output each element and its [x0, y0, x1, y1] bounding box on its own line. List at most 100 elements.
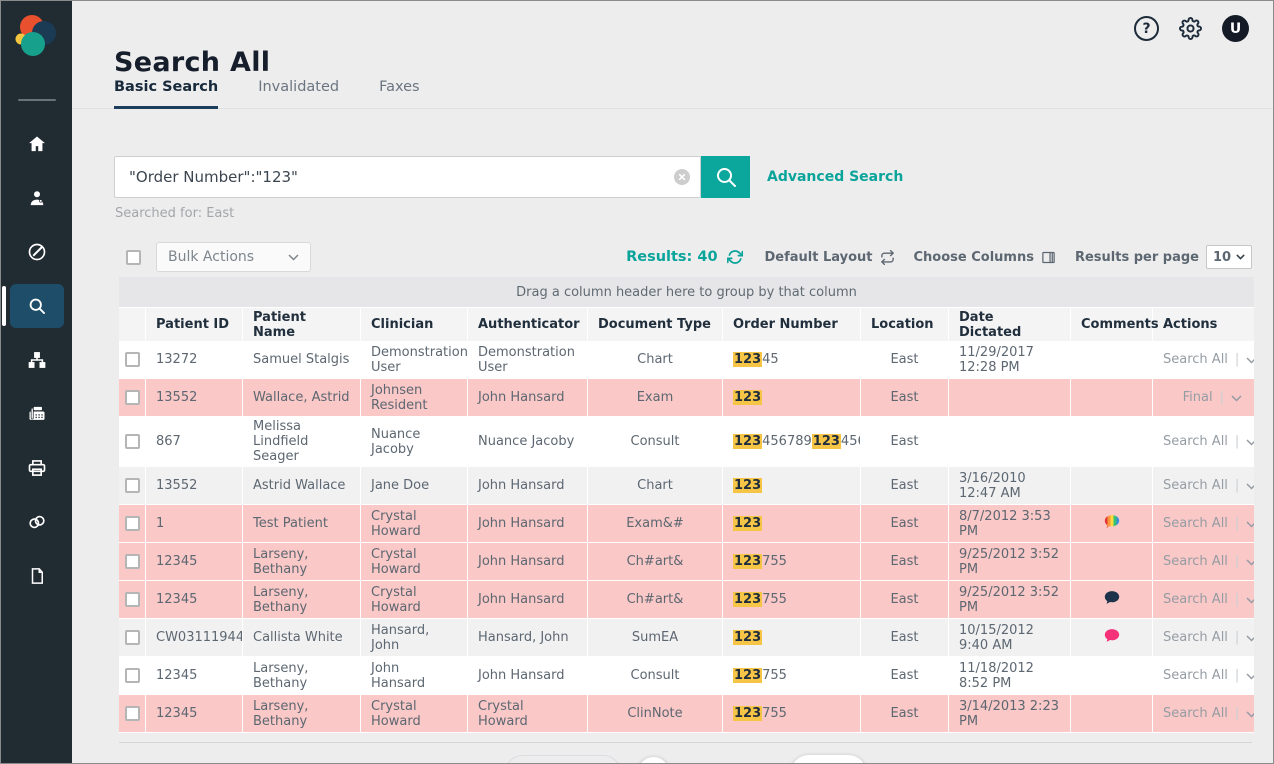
table-row[interactable]: CW03111944Callista WhiteHansard, JohnHan… — [119, 619, 1254, 657]
sidebar-item-print[interactable] — [10, 446, 64, 490]
row-action-link[interactable]: Search All — [1163, 516, 1228, 531]
row-checkbox-cell — [119, 505, 146, 543]
action-divider: | — [1235, 668, 1239, 683]
search-button[interactable] — [701, 156, 750, 198]
row-expand-chevron-icon[interactable] — [1246, 483, 1254, 490]
table-row[interactable]: 13272Samuel StalgisDemonstration UserDem… — [119, 341, 1254, 379]
row-checkbox[interactable] — [125, 352, 140, 367]
page-number-1[interactable]: 1 — [638, 757, 669, 764]
column-header-date-dictated[interactable]: Date Dictated — [949, 308, 1071, 341]
tab-invalidated[interactable]: Invalidated — [258, 79, 339, 109]
row-action-link[interactable]: Search All — [1163, 478, 1228, 493]
search-input[interactable] — [114, 156, 701, 198]
cell-actions: Final| — [1153, 379, 1254, 417]
column-header-location[interactable]: Location — [861, 308, 949, 341]
column-header-actions[interactable]: Actions — [1153, 308, 1254, 341]
choose-columns-button[interactable]: Choose Columns — [914, 250, 1056, 265]
column-header-patient-name[interactable]: Patient Name — [243, 308, 361, 341]
row-action-link[interactable]: Search All — [1163, 554, 1228, 569]
printer-icon — [27, 458, 47, 478]
row-expand-chevron-icon[interactable] — [1246, 635, 1254, 642]
row-checkbox[interactable] — [125, 668, 140, 683]
row-expand-chevron-icon[interactable] — [1246, 711, 1254, 718]
group-by-hint[interactable]: Drag a column header here to group by th… — [119, 277, 1254, 308]
tab-bar: Basic Search Invalidated Faxes — [114, 79, 420, 109]
table-row[interactable]: 867Melissa Lindfield SeagerNuance Jacoby… — [119, 417, 1254, 467]
table-row[interactable]: 13552Wallace, AstridJohnsen ResidentJohn… — [119, 379, 1254, 417]
row-checkbox[interactable] — [125, 592, 140, 607]
cell-clinician: Crystal Howard — [361, 505, 468, 543]
row-checkbox[interactable] — [125, 516, 140, 531]
tab-basic-search[interactable]: Basic Search — [114, 79, 218, 109]
row-checkbox[interactable] — [125, 630, 140, 645]
sidebar-item-gauge[interactable] — [10, 230, 64, 274]
row-expand-chevron-icon[interactable] — [1246, 597, 1254, 604]
row-checkbox[interactable] — [125, 478, 140, 493]
row-checkbox[interactable] — [125, 434, 140, 449]
settings-gear-icon[interactable] — [1179, 17, 1202, 40]
table-row[interactable]: 12345Larseny, BethanyCrystal HowardJohn … — [119, 581, 1254, 619]
column-header-patient-id[interactable]: Patient ID — [146, 308, 243, 341]
sidebar-item-fax[interactable] — [10, 392, 64, 436]
searched-for-text: Searched for: East — [115, 206, 1273, 221]
default-layout-button[interactable]: Default Layout — [764, 250, 894, 265]
app-logo[interactable] — [10, 10, 64, 66]
table-row[interactable]: 12345Larseny, BethanyJohn HansardJohn Ha… — [119, 657, 1254, 695]
sidebar-item-home[interactable] — [10, 122, 64, 166]
sidebar-item-links[interactable] — [10, 500, 64, 544]
row-action-link[interactable]: Search All — [1163, 668, 1228, 683]
column-header-comments[interactable]: Comments — [1071, 308, 1153, 341]
table-row[interactable]: 13552Astrid WallaceJane DoeJohn HansardC… — [119, 467, 1254, 505]
clear-circle-icon[interactable] — [674, 169, 690, 185]
select-all-checkbox[interactable] — [126, 250, 141, 265]
row-action-link[interactable]: Search All — [1163, 592, 1228, 607]
row-expand-chevron-icon[interactable] — [1246, 559, 1254, 566]
row-action-link[interactable]: Search All — [1163, 630, 1228, 645]
action-divider: | — [1235, 706, 1239, 721]
row-expand-chevron-icon[interactable] — [1246, 357, 1254, 364]
row-action-link[interactable]: Final — [1183, 390, 1213, 405]
table-row[interactable]: 12345Larseny, BethanyCrystal HowardCryst… — [119, 695, 1254, 733]
cell-date-dictated: 8/7/2012 3:53 PM — [949, 505, 1071, 543]
previous-button[interactable]: Previous — [505, 755, 621, 764]
cell-authenticator: John Hansard — [468, 543, 588, 581]
comment-navy-icon[interactable] — [1104, 590, 1120, 605]
bulk-actions-select[interactable]: Bulk Actions — [156, 242, 311, 272]
cell-document-type: ClinNote — [588, 695, 723, 733]
column-header-authenticator[interactable]: Authenticator — [468, 308, 588, 341]
row-action-link[interactable]: Search All — [1163, 706, 1228, 721]
row-checkbox[interactable] — [125, 390, 140, 405]
next-button[interactable]: Next — [791, 755, 866, 764]
results-per-page-select[interactable]: 10 — [1206, 245, 1252, 269]
column-header-order-number[interactable]: Order Number — [723, 308, 861, 341]
row-expand-chevron-icon[interactable] — [1231, 395, 1242, 402]
sidebar-item-search[interactable] — [10, 284, 64, 328]
table-row[interactable]: 1Test PatientCrystal HowardJohn HansardE… — [119, 505, 1254, 543]
row-expand-chevron-icon[interactable] — [1246, 439, 1254, 446]
cell-document-type: Exam — [588, 379, 723, 417]
advanced-search-link[interactable]: Advanced Search — [767, 169, 903, 185]
column-header-clinician[interactable]: Clinician — [361, 308, 468, 341]
comment-rainbow-icon[interactable] — [1104, 514, 1120, 529]
user-avatar[interactable]: U — [1222, 15, 1249, 42]
sidebar-item-clinicians[interactable] — [10, 176, 64, 220]
help-icon[interactable]: ? — [1134, 16, 1159, 41]
row-action-link[interactable]: Search All — [1163, 434, 1228, 449]
row-expand-chevron-icon[interactable] — [1246, 521, 1254, 528]
cell-date-dictated: 10/15/2012 9:40 AM — [949, 619, 1071, 657]
row-action-link[interactable]: Search All — [1163, 352, 1228, 367]
table-row[interactable]: 12345Larseny, BethanyCrystal HowardJohn … — [119, 543, 1254, 581]
app-window: Search All Basic SearchInvalidatedFaxes … — [0, 0, 1274, 764]
sidebar-item-documents[interactable] — [10, 554, 64, 598]
column-header-document-type[interactable]: Document Type — [588, 308, 723, 341]
row-expand-chevron-icon[interactable] — [1246, 673, 1254, 680]
tab-faxes[interactable]: Faxes — [379, 79, 420, 109]
row-checkbox[interactable] — [125, 554, 140, 569]
sidebar-nav — [1, 122, 72, 608]
row-checkbox-cell — [119, 543, 146, 581]
comment-pink-icon[interactable] — [1104, 628, 1120, 643]
sidebar-item-sitemap[interactable] — [10, 338, 64, 382]
row-checkbox[interactable] — [125, 706, 140, 721]
cell-date-dictated: 9/25/2012 3:52 PM — [949, 581, 1071, 619]
refresh-icon[interactable] — [727, 249, 743, 265]
